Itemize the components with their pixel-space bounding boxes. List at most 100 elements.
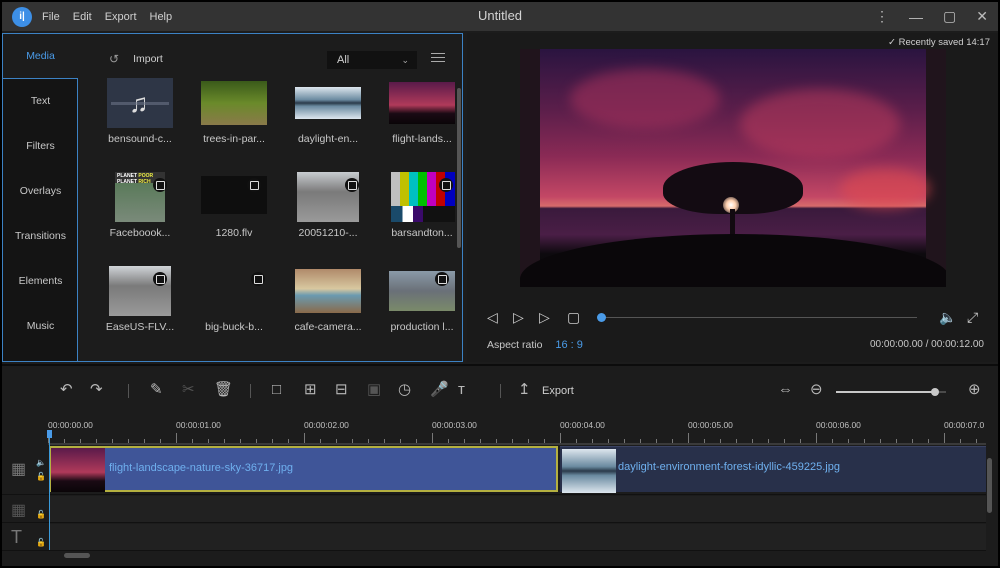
ruler-tick	[336, 439, 337, 443]
ruler-tick	[704, 439, 705, 443]
ruler-tick	[384, 439, 385, 443]
zoom-slider-handle[interactable]	[931, 388, 939, 396]
media-scrollbar[interactable]	[457, 88, 461, 248]
ruler-label: 00:00:01.00	[176, 420, 221, 430]
panel-divider[interactable]	[2, 364, 998, 366]
menu-help[interactable]: Help	[150, 11, 173, 23]
minimize-icon[interactable]: —	[909, 9, 923, 25]
ruler-label: 00:00:00.00	[48, 420, 93, 430]
speaker-icon[interactable]: 🔈	[36, 458, 46, 467]
fullscreen-icon[interactable]: ⤢	[967, 309, 978, 326]
ruler-tick	[928, 439, 929, 443]
ruler-tick	[448, 439, 449, 443]
export-icon[interactable]: ↥	[518, 382, 531, 398]
seek-bar[interactable]	[601, 317, 917, 318]
library-tabs: Media Text Filters Overlays Transitions …	[3, 34, 78, 361]
text-to-speech-icon[interactable]: ᴛ	[458, 382, 465, 398]
fit-timeline-icon[interactable]: ⇔	[778, 382, 793, 398]
timeline-hscrollbar[interactable]	[64, 553, 90, 558]
media-item[interactable]: big-buck-b...	[193, 266, 273, 356]
media-item[interactable]: production l...	[381, 266, 461, 356]
ruler-tick	[288, 439, 289, 443]
tab-elements[interactable]: Elements	[3, 259, 78, 304]
crop-icon[interactable]: □	[272, 382, 281, 398]
next-frame-icon[interactable]: ▷	[539, 309, 550, 326]
clip-name: daylight-environment-forest-idyllic-4592…	[618, 461, 840, 473]
tab-overlays[interactable]: Overlays	[3, 169, 78, 214]
media-item[interactable]: flight-lands...	[381, 78, 461, 168]
film-icon: ▦	[11, 461, 27, 478]
edit-pencil-icon[interactable]: ✎	[150, 382, 163, 398]
import-button[interactable]: ↺ Import	[109, 52, 163, 66]
seek-handle[interactable]	[597, 313, 606, 322]
undo-icon[interactable]: ↶	[60, 382, 73, 398]
ruler-tick	[656, 439, 657, 443]
ruler-tick	[576, 439, 577, 443]
ruler-tick	[608, 439, 609, 443]
cut-icon[interactable]: ✂	[182, 382, 195, 398]
tab-transitions[interactable]: Transitions	[3, 214, 78, 259]
close-icon[interactable]: ✕	[976, 8, 988, 25]
timeline-clip-selected[interactable]: flight-landscape-nature-sky-36717.jpg	[49, 446, 558, 492]
ruler-tick	[912, 439, 913, 443]
previous-frame-icon[interactable]: ◁	[487, 309, 498, 326]
duration-clock-icon[interactable]: ◷	[398, 382, 411, 398]
lock-icon[interactable]: 🔓	[36, 538, 46, 547]
media-item[interactable]: trees-in-par...	[193, 78, 273, 168]
microphone-icon[interactable]: 🎤	[430, 382, 449, 398]
list-view-icon[interactable]	[431, 53, 445, 65]
tab-music[interactable]: Music	[3, 304, 78, 349]
ruler-tick	[976, 439, 977, 443]
maximize-icon[interactable]: ▢	[943, 8, 956, 25]
ruler-tick	[80, 439, 81, 443]
media-item[interactable]: 1280.flv	[193, 172, 273, 262]
playhead-handle[interactable]	[47, 430, 52, 438]
media-item[interactable]: 20051210-...	[287, 172, 367, 262]
export-button[interactable]: Export	[542, 385, 574, 397]
track-header: T 🔓	[2, 524, 48, 550]
tab-text[interactable]: Text	[3, 79, 78, 124]
ruler-tick	[368, 439, 369, 443]
ruler-tick	[736, 439, 737, 443]
media-item[interactable]: PLANET POOR PLANET RICH Faceboook...	[99, 172, 179, 262]
media-item[interactable]: daylight-en...	[287, 78, 367, 168]
ruler-tick	[784, 439, 785, 443]
ruler-tick	[800, 439, 801, 443]
track-header: ▦ 🔓	[2, 496, 48, 522]
lock-icon[interactable]: 🔓	[36, 472, 46, 481]
media-item[interactable]: EaseUS-FLV...	[99, 266, 179, 356]
menu-file[interactable]: File	[42, 11, 60, 23]
menu-edit[interactable]: Edit	[73, 11, 92, 23]
ruler-tick	[272, 439, 273, 443]
media-item[interactable]: cafe-camera...	[287, 266, 367, 356]
filter-value: All	[337, 54, 350, 66]
stop-icon[interactable]: ▢	[567, 309, 580, 326]
tab-filters[interactable]: Filters	[3, 124, 78, 169]
timeline-clip[interactable]: daylight-environment-forest-idyllic-4592…	[560, 446, 986, 493]
media-item[interactable]: barsandton...	[381, 172, 461, 262]
redo-icon[interactable]: ↷	[90, 382, 103, 398]
media-item[interactable]: ♫ bensound-c...	[99, 78, 179, 168]
image-thumbnail	[295, 269, 361, 313]
ruler-label: 00:00:03.00	[432, 420, 477, 430]
lock-icon[interactable]: 🔓	[36, 510, 46, 519]
media-filter-select[interactable]: All ⌄	[327, 51, 417, 69]
freeze-frame-icon[interactable]: ▣	[367, 382, 381, 398]
playhead[interactable]	[49, 430, 50, 550]
play-icon[interactable]: ▷	[513, 309, 524, 326]
timeline-vscrollbar[interactable]	[987, 458, 992, 513]
zoom-out-icon[interactable]: ⊖	[810, 382, 823, 398]
timeline-zoom-slider[interactable]	[836, 388, 946, 396]
aspect-ratio-value[interactable]: 16 : 9	[555, 339, 583, 351]
delete-icon[interactable]: 🗑	[214, 382, 233, 398]
menu-bar: File Edit Export Help	[42, 2, 172, 31]
split-icon[interactable]: ⊟	[335, 382, 348, 398]
zoom-in-icon[interactable]: ⊕	[968, 382, 981, 398]
more-icon[interactable]: ⋮	[875, 8, 889, 25]
zoom-frame-icon[interactable]: ⊞	[304, 382, 317, 398]
tab-media[interactable]: Media	[3, 34, 78, 79]
menu-export[interactable]: Export	[105, 11, 137, 23]
timeline-ruler[interactable]: 00:00:00.00 00:00:01.00 00:00:02.00 00:00:0…	[48, 417, 986, 445]
volume-icon[interactable]: 🔈	[939, 309, 956, 326]
video-badge-icon	[247, 178, 261, 192]
